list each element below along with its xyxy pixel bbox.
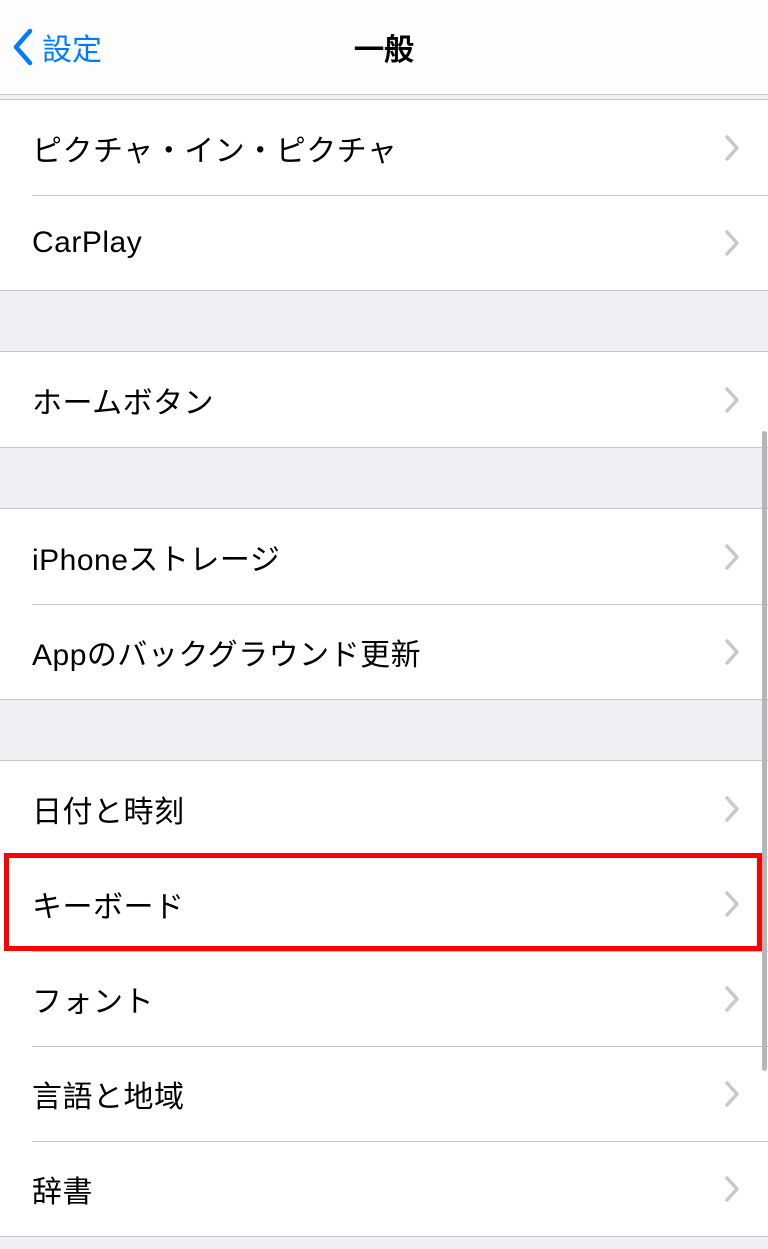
settings-group-1: ピクチャ・イン・ピクチャ CarPlay xyxy=(0,99,768,291)
chevron-right-icon xyxy=(724,543,740,571)
cell-language-region[interactable]: 言語と地域 xyxy=(0,1046,768,1141)
cell-home-button[interactable]: ホームボタン xyxy=(0,352,768,447)
section-gap xyxy=(0,291,768,351)
chevron-right-icon xyxy=(724,134,740,162)
chevron-right-icon xyxy=(724,229,740,257)
cell-date-time[interactable]: 日付と時刻 xyxy=(0,761,768,856)
cell-label: Appのバックグラウンド更新 xyxy=(32,630,421,674)
cell-label: iPhoneストレージ xyxy=(32,535,280,579)
settings-scroll-area[interactable]: ピクチャ・イン・ピクチャ CarPlay ホームボタン iPhoneストレージ … xyxy=(0,95,768,1249)
chevron-left-icon xyxy=(10,27,36,67)
chevron-right-icon xyxy=(724,795,740,823)
scrollbar-thumb[interactable] xyxy=(762,431,767,1071)
page-title: 一般 xyxy=(354,25,414,69)
chevron-right-icon xyxy=(724,985,740,1013)
chevron-right-icon xyxy=(724,638,740,666)
cell-label: ホームボタン xyxy=(32,378,214,422)
cell-keyboard[interactable]: キーボード xyxy=(0,856,768,951)
cell-dictionary[interactable]: 辞書 xyxy=(0,1141,768,1236)
chevron-right-icon xyxy=(724,1080,740,1108)
settings-group-2: ホームボタン xyxy=(0,351,768,448)
settings-group-4: 日付と時刻 キーボード フォント 言語と地域 辞書 xyxy=(0,760,768,1237)
chevron-right-icon xyxy=(724,890,740,918)
navigation-bar: 設定 一般 xyxy=(0,0,768,95)
back-button[interactable]: 設定 xyxy=(0,25,102,69)
cell-label: 言語と地域 xyxy=(32,1072,185,1116)
section-gap xyxy=(0,448,768,508)
cell-label: ピクチャ・イン・ピクチャ xyxy=(32,126,397,170)
cell-pip[interactable]: ピクチャ・イン・ピクチャ xyxy=(0,100,768,195)
cell-fonts[interactable]: フォント xyxy=(0,951,768,1046)
cell-iphone-storage[interactable]: iPhoneストレージ xyxy=(0,509,768,604)
section-gap xyxy=(0,700,768,760)
cell-background-app-refresh[interactable]: Appのバックグラウンド更新 xyxy=(0,604,768,699)
settings-group-3: iPhoneストレージ Appのバックグラウンド更新 xyxy=(0,508,768,700)
cell-label: CarPlay xyxy=(32,226,142,260)
chevron-right-icon xyxy=(724,386,740,414)
cell-carplay[interactable]: CarPlay xyxy=(0,195,768,290)
cell-label: 日付と時刻 xyxy=(32,787,185,831)
cell-label: フォント xyxy=(32,977,154,1021)
chevron-right-icon xyxy=(724,1175,740,1203)
back-label: 設定 xyxy=(42,25,102,69)
cell-label: キーボード xyxy=(32,882,185,926)
cell-label: 辞書 xyxy=(32,1167,93,1211)
